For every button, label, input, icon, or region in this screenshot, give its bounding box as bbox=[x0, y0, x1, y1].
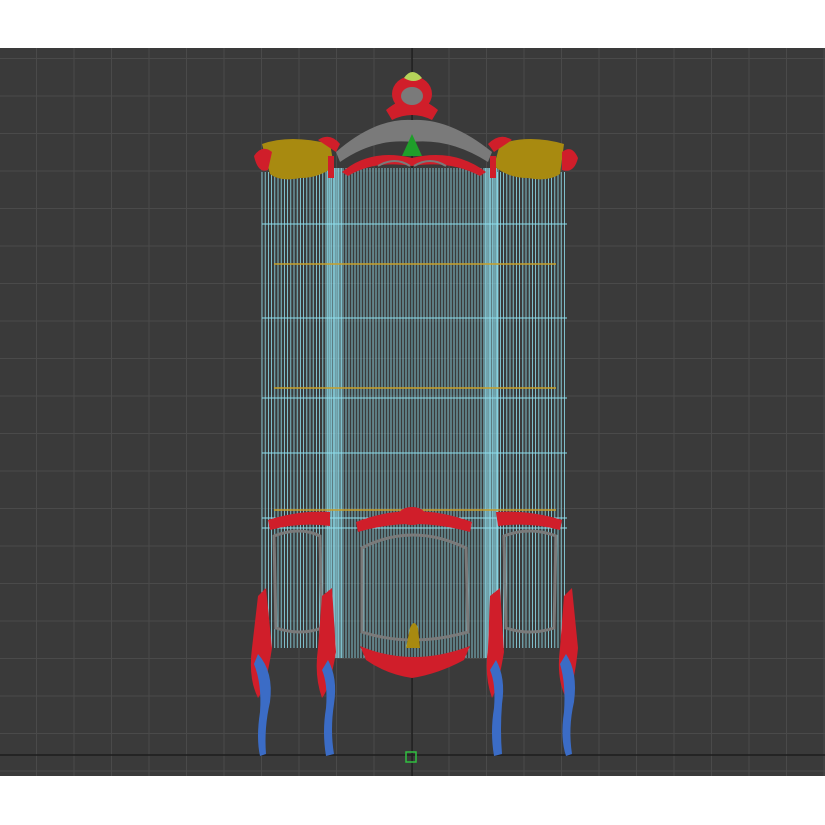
cabinet-crown bbox=[336, 72, 492, 176]
leg-front-right bbox=[560, 654, 575, 756]
wireframe-scene[interactable] bbox=[0, 48, 825, 776]
cabinet-wireframe bbox=[261, 168, 565, 658]
leg-front-left bbox=[254, 654, 271, 756]
pivot-square-icon[interactable] bbox=[405, 751, 417, 763]
crown-medallion-inner bbox=[401, 87, 423, 105]
3d-viewport[interactable] bbox=[0, 48, 825, 776]
leg-front-inner-right bbox=[490, 660, 504, 756]
wire-horizontals bbox=[262, 223, 567, 529]
leg-front-inner-left bbox=[322, 660, 336, 756]
